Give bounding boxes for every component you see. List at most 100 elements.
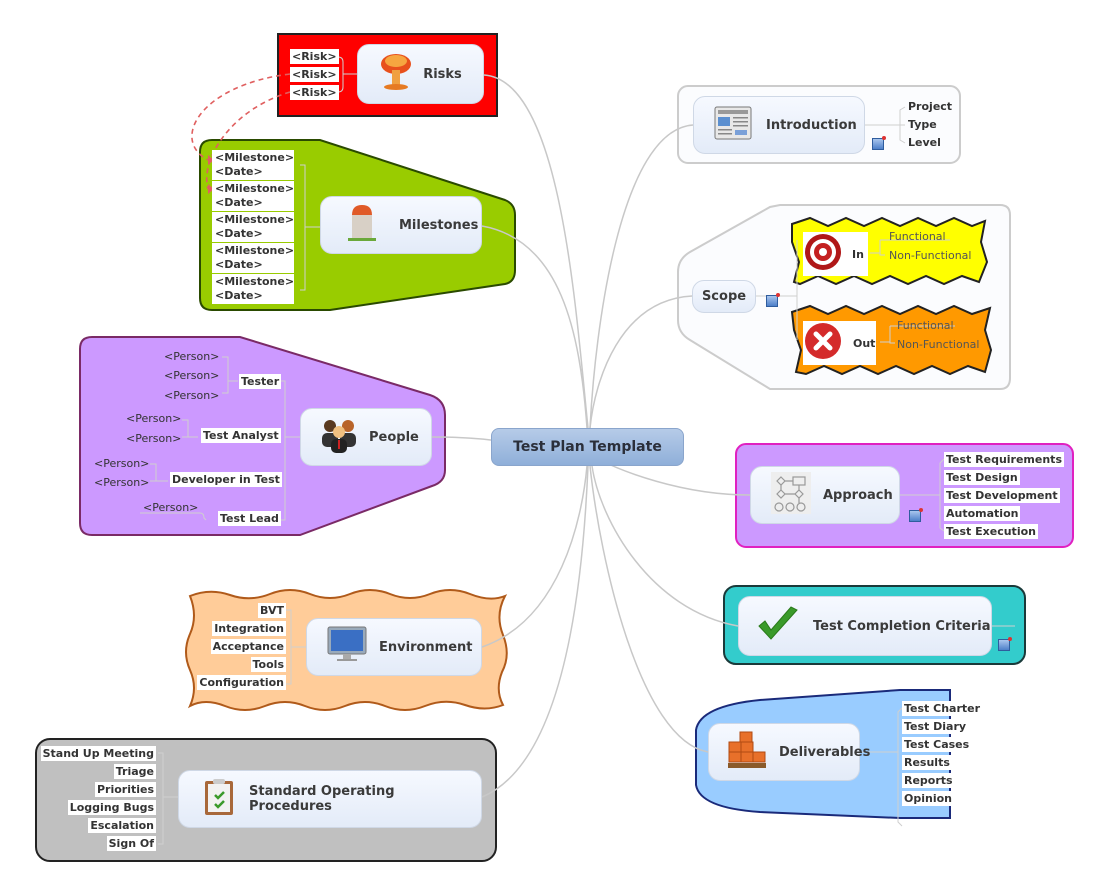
topic-environment-label: Environment xyxy=(379,639,473,655)
topic-introduction-label: Introduction xyxy=(766,117,857,133)
topic-deliverables[interactable]: Deliverables xyxy=(708,723,870,781)
central-topic-label: Test Plan Template xyxy=(513,439,662,455)
topic-risks-label: Risks xyxy=(423,66,462,82)
topic-milestones[interactable]: Milestones xyxy=(320,196,482,254)
topic-sop[interactable]: Standard Operating Procedures xyxy=(178,770,482,828)
topic-risks[interactable]: Risks xyxy=(357,44,484,104)
scope-in-item[interactable]: Non-Functional xyxy=(887,248,973,263)
boxes-pallet-icon xyxy=(727,730,767,774)
approach-item[interactable]: Test Requirements xyxy=(944,452,1064,467)
person-item[interactable]: <Person> xyxy=(141,500,200,515)
environment-item[interactable]: Tools xyxy=(250,657,286,672)
topic-deliverables-label: Deliverables xyxy=(779,744,871,760)
scope-in-label: In xyxy=(852,247,864,261)
deliverable-item[interactable]: Test Diary xyxy=(902,719,969,734)
milestone-date: <Date> xyxy=(215,289,263,302)
deliverable-item[interactable]: Results xyxy=(902,755,952,770)
note-icon[interactable] xyxy=(909,508,923,522)
milestone-item[interactable]: <Milestone> <Date> xyxy=(212,243,294,273)
person-item[interactable]: <Person> xyxy=(124,411,183,426)
introduction-item[interactable]: Type xyxy=(906,117,939,132)
milestone-date: <Date> xyxy=(215,258,263,271)
risk-item[interactable]: <Risk> xyxy=(290,49,339,64)
milestone-title: <Milestone> xyxy=(215,182,295,195)
sop-item[interactable]: Logging Bugs xyxy=(67,800,156,815)
connector-completion xyxy=(591,465,739,627)
connector-scope xyxy=(589,295,693,429)
topic-introduction[interactable]: Introduction xyxy=(693,96,865,154)
deliverable-item[interactable]: Reports xyxy=(902,773,955,788)
environment-item[interactable]: Integration xyxy=(212,621,286,636)
sop-item[interactable]: Priorities xyxy=(94,782,156,797)
scope-in-topic[interactable]: In xyxy=(803,232,868,276)
topic-scope[interactable]: Scope xyxy=(692,280,756,313)
note-icon[interactable] xyxy=(998,637,1012,651)
introduction-item[interactable]: Project xyxy=(906,99,954,114)
topic-approach[interactable]: Approach xyxy=(750,466,900,524)
scope-out-item[interactable]: Non-Functional xyxy=(895,337,981,352)
person-item[interactable]: <Person> xyxy=(162,368,221,383)
introduction-item[interactable]: Level xyxy=(906,135,943,150)
milestone-item[interactable]: <Milestone> <Date> xyxy=(212,274,294,304)
red-x-icon xyxy=(804,322,842,364)
sop-item[interactable]: Stand Up Meeting xyxy=(40,746,156,761)
topic-completion[interactable]: Test Completion Criteria xyxy=(738,596,992,656)
scope-out-label: Out xyxy=(853,336,876,350)
clipboard-checklist-icon xyxy=(203,778,235,820)
sop-item[interactable]: Triage xyxy=(113,764,156,779)
target-icon xyxy=(804,233,842,275)
sop-item[interactable]: Sign Of xyxy=(106,836,156,851)
milestone-item[interactable]: <Milestone> <Date> xyxy=(212,212,294,242)
environment-item[interactable]: Acceptance xyxy=(210,639,286,654)
person-item[interactable]: <Person> xyxy=(162,349,221,364)
milestone-stone-icon xyxy=(347,203,377,247)
sop-item[interactable]: Escalation xyxy=(88,818,156,833)
people-group-icon xyxy=(319,417,359,457)
role-test-lead[interactable]: Test Lead xyxy=(218,511,281,526)
newspaper-icon xyxy=(714,106,752,144)
topic-approach-label: Approach xyxy=(823,487,893,503)
approach-item[interactable]: Automation xyxy=(944,506,1021,521)
role-developer-in-test[interactable]: Developer in Test xyxy=(170,472,282,487)
role-tester[interactable]: Tester xyxy=(239,374,282,389)
risk-item[interactable]: <Risk> xyxy=(290,85,339,100)
approach-item[interactable]: Test Development xyxy=(944,488,1060,503)
monitor-icon xyxy=(327,626,367,668)
milestone-date: <Date> xyxy=(215,165,263,178)
milestone-date: <Date> xyxy=(215,196,263,209)
deliverable-item[interactable]: Test Charter xyxy=(902,701,983,716)
flowchart-icon xyxy=(771,472,811,518)
environment-item[interactable]: BVT xyxy=(258,603,286,618)
topic-milestones-label: Milestones xyxy=(399,217,479,233)
milestone-title: <Milestone> xyxy=(215,275,295,288)
milestone-title: <Milestone> xyxy=(215,244,295,257)
green-check-icon xyxy=(757,606,799,646)
scope-out-item[interactable]: Functional xyxy=(895,318,956,333)
note-icon[interactable] xyxy=(766,293,780,307)
milestone-title: <Milestone> xyxy=(215,213,295,226)
milestone-item[interactable]: <Milestone> <Date> xyxy=(212,150,294,180)
topic-sop-label: Standard Operating Procedures xyxy=(249,784,395,814)
mushroom-cloud-icon xyxy=(379,52,413,96)
approach-item[interactable]: Test Execution xyxy=(944,524,1038,539)
person-item[interactable]: <Person> xyxy=(124,431,183,446)
environment-item[interactable]: Configuration xyxy=(197,675,286,690)
milestone-item[interactable]: <Milestone> <Date> xyxy=(212,181,294,211)
deliverable-item[interactable]: Test Cases xyxy=(902,737,972,752)
person-item[interactable]: <Person> xyxy=(92,475,151,490)
milestone-date: <Date> xyxy=(215,227,263,240)
topic-environment[interactable]: Environment xyxy=(306,618,482,676)
scope-out-topic[interactable]: Out xyxy=(803,321,876,365)
note-icon[interactable] xyxy=(872,136,886,150)
deliverable-item[interactable]: Opinion xyxy=(902,791,954,806)
risk-item[interactable]: <Risk> xyxy=(290,67,339,82)
topic-people[interactable]: People xyxy=(300,408,432,466)
person-item[interactable]: <Person> xyxy=(162,388,221,403)
role-test-analyst[interactable]: Test Analyst xyxy=(201,428,281,443)
milestone-title: <Milestone> xyxy=(215,151,295,164)
central-topic[interactable]: Test Plan Template xyxy=(491,428,684,466)
approach-item[interactable]: Test Design xyxy=(944,470,1020,485)
person-item[interactable]: <Person> xyxy=(92,456,151,471)
topic-completion-label: Test Completion Criteria xyxy=(813,618,991,634)
scope-in-item[interactable]: Functional xyxy=(887,229,948,244)
